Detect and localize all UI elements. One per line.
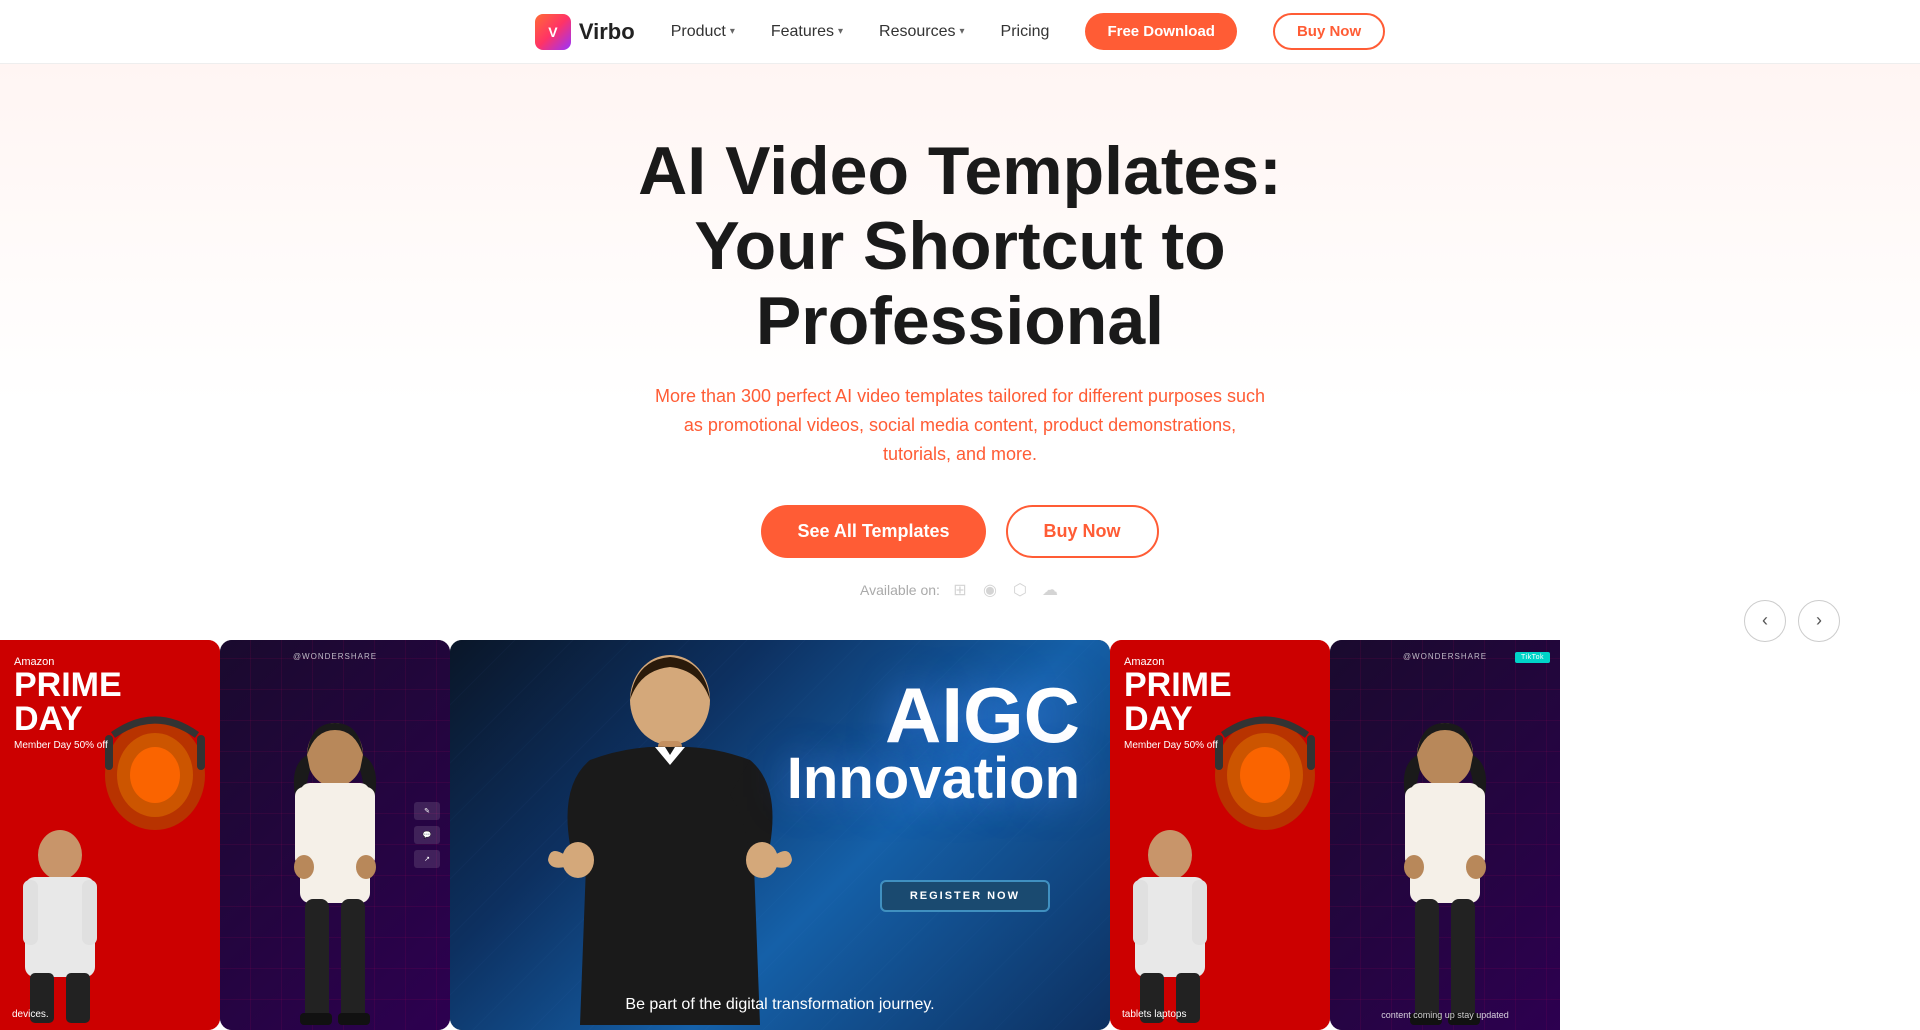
free-download-button[interactable]: Free Download — [1085, 13, 1237, 50]
chevron-left-icon: ‹ — [1762, 610, 1768, 631]
tiktok-watermark-5: TikTok — [1515, 652, 1550, 663]
prime-day-label-1: PRIMEDAY — [14, 668, 122, 736]
android-icon: ⬡ — [1010, 580, 1030, 600]
hero-description: More than 300 perfect AI video templates… — [650, 382, 1270, 468]
hero-buttons: See All Templates Buy Now — [20, 505, 1900, 558]
chevron-right-icon: › — [1816, 610, 1822, 631]
chrome-icon: ◉ — [980, 580, 1000, 600]
edit-icon: ✎ — [414, 802, 440, 820]
buy-now-nav-button[interactable]: Buy Now — [1273, 13, 1385, 50]
navigation: V Virbo Product ▾ Features ▾ Resources ▾… — [0, 0, 1920, 64]
chevron-down-icon: ▾ — [730, 26, 735, 37]
carousel-section: ‹ › Amazon PRIMEDAY Member Day 50% off — [0, 630, 1920, 1030]
carousel-track: Amazon PRIMEDAY Member Day 50% off — [0, 640, 1920, 1030]
available-on: Available on: ⊞ ◉ ⬡ ☁ — [20, 580, 1900, 600]
person-image-4 — [1115, 825, 1225, 1030]
carousel-next-button[interactable]: › — [1798, 600, 1840, 642]
presenter-image — [530, 645, 810, 1030]
bottom-text-4: tablets laptops — [1122, 1009, 1187, 1020]
hero-title: AI Video Templates: Your Shortcut to Pro… — [510, 134, 1410, 358]
carousel-navigation: ‹ › — [1744, 600, 1840, 642]
ios-icon: ☁ — [1040, 580, 1060, 600]
template-card-5[interactable]: TikTok @WONDERSHARE — [1330, 640, 1560, 1030]
chevron-down-icon: ▾ — [960, 26, 965, 37]
template-card-2[interactable]: @WONDERSHARE — [220, 640, 450, 1030]
center-card-bottom-text: Be part of the digital transformation jo… — [450, 996, 1110, 1014]
side-icons-2: ✎ 💬 ↗ — [414, 802, 440, 868]
chat-icon: 💬 — [414, 826, 440, 844]
member-day-label-4: Member Day 50% off — [1124, 740, 1232, 751]
person-image-1 — [5, 825, 115, 1030]
nav-item-pricing[interactable]: Pricing — [1001, 19, 1050, 45]
member-day-label-1: Member Day 50% off — [14, 740, 122, 751]
watermark-2: @WONDERSHARE — [293, 652, 377, 661]
logo-icon: V — [535, 14, 571, 50]
template-card-4[interactable]: Amazon PRIMEDAY Member Day 50% off — [1110, 640, 1330, 1030]
share-icon: ↗ — [414, 850, 440, 868]
chevron-down-icon: ▾ — [838, 26, 843, 37]
logo-text: Virbo — [579, 19, 635, 45]
watermark-5: @WONDERSHARE — [1403, 652, 1487, 661]
nav-item-features[interactable]: Features ▾ — [771, 19, 843, 45]
see-all-templates-button[interactable]: See All Templates — [761, 505, 985, 558]
buy-now-hero-button[interactable]: Buy Now — [1006, 505, 1159, 558]
nav-item-resources[interactable]: Resources ▾ — [879, 19, 965, 45]
aigc-title: AIGC Innovation — [787, 680, 1080, 808]
prime-day-label-4: PRIMEDAY — [1124, 668, 1232, 736]
bottom-text-5: content coming up stay updated — [1330, 1010, 1560, 1020]
carousel-prev-button[interactable]: ‹ — [1744, 600, 1786, 642]
person-image-2 — [260, 715, 410, 1030]
hero-section: AI Video Templates: Your Shortcut to Pro… — [0, 64, 1920, 630]
person-image-5 — [1370, 715, 1520, 1030]
template-card-1[interactable]: Amazon PRIMEDAY Member Day 50% off — [0, 640, 220, 1030]
template-card-center[interactable]: AIGC Innovation REGISTER NOW Be part of … — [450, 640, 1110, 1030]
nav-item-product[interactable]: Product ▾ — [671, 19, 735, 45]
windows-icon: ⊞ — [950, 580, 970, 600]
logo[interactable]: V Virbo — [535, 14, 635, 50]
devices-text-1: devices. — [12, 1009, 49, 1020]
register-now-button[interactable]: REGISTER NOW — [880, 880, 1050, 912]
